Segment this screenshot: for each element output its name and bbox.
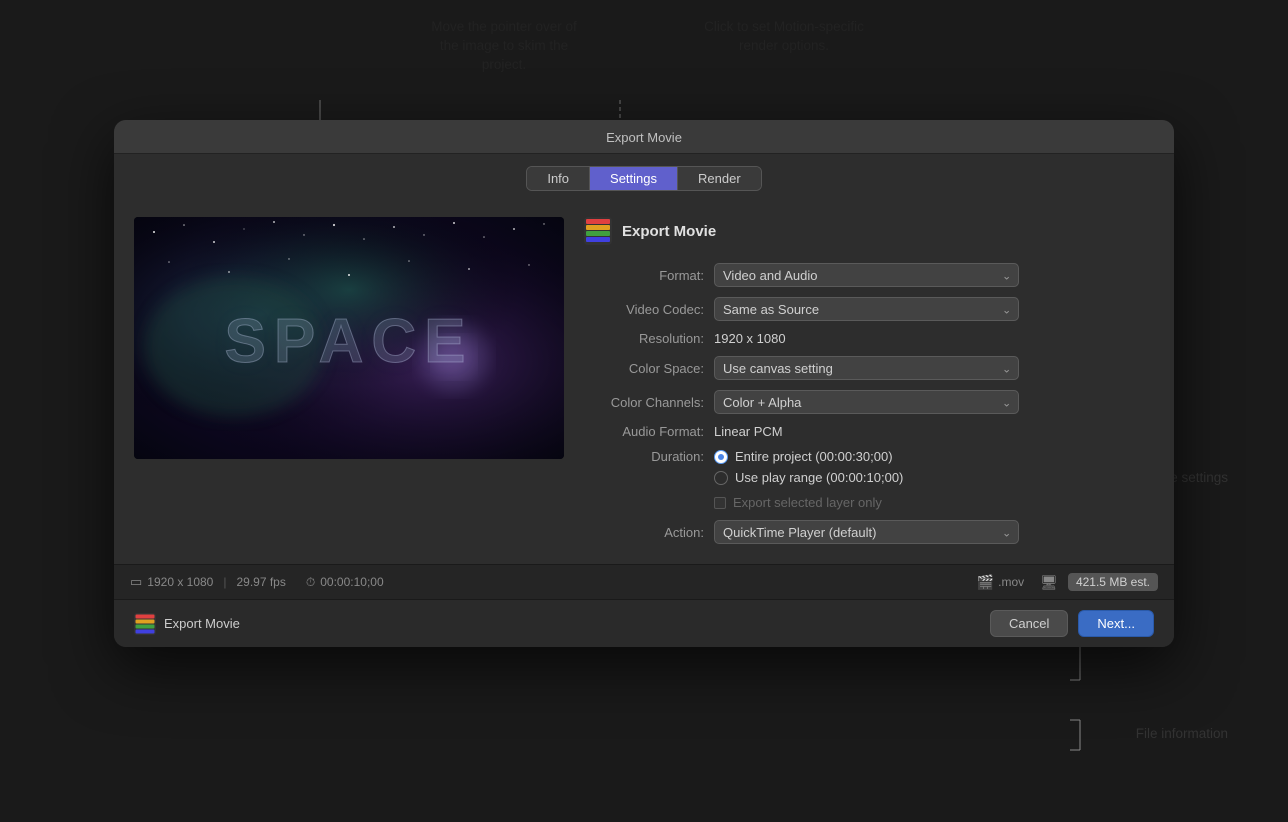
action-select-wrapper[interactable]: QuickTime Player (default) None Open wit… — [714, 520, 1019, 544]
preview-panel: SPACE SPACE — [134, 217, 564, 554]
export-layer-row: Export selected layer only — [714, 495, 903, 510]
action-select[interactable]: QuickTime Player (default) None Open wit… — [714, 520, 1019, 544]
color-space-label: Color Space: — [584, 361, 714, 376]
export-layer-label: Export selected layer only — [733, 495, 882, 510]
duration-options: Entire project (00:00:30;00) Use play ra… — [714, 449, 903, 510]
play-range-option[interactable]: Use play range (00:00:10;00) — [714, 470, 903, 485]
format-select-wrapper[interactable]: Video and Audio Video Only Audio Only — [714, 263, 1019, 287]
audio-format-row: Audio Format: Linear PCM — [584, 424, 1154, 439]
file-ext-badge: 🎬 .mov — [977, 574, 1024, 591]
video-codec-select-wrapper[interactable]: Same as Source H.264 HEVC — [714, 297, 1019, 321]
footer-export-icon — [134, 613, 156, 635]
preview-svg: SPACE SPACE — [134, 217, 564, 459]
entire-project-radio[interactable] — [714, 450, 728, 464]
action-row: Action: QuickTime Player (default) None … — [584, 520, 1154, 544]
format-row: Format: Video and Audio Video Only Audio… — [584, 263, 1154, 287]
preview-image[interactable]: SPACE SPACE — [134, 217, 564, 459]
resolution-label: Resolution: — [584, 331, 714, 346]
color-channels-select-wrapper[interactable]: Color + Alpha Color Alpha — [714, 390, 1019, 414]
resolution-row: Resolution: 1920 x 1080 — [584, 331, 1154, 346]
clock-icon: ⏱ — [306, 575, 315, 590]
color-space-select-wrapper[interactable]: Use canvas setting Rec. 709 Rec. 2020 — [714, 356, 1019, 380]
file-information-label: File information — [1136, 726, 1228, 741]
info-sep1: | — [223, 575, 226, 589]
resolution-value: 1920 x 1080 — [714, 331, 786, 346]
color-channels-select[interactable]: Color + Alpha Color Alpha — [714, 390, 1019, 414]
video-codec-select[interactable]: Same as Source H.264 HEVC — [714, 297, 1019, 321]
entire-project-label: Entire project (00:00:30;00) — [735, 449, 893, 464]
export-movie-icon — [584, 217, 612, 245]
tooltip-render: Click to set Motion-specific render opti… — [704, 18, 864, 75]
action-label: Action: — [584, 525, 714, 540]
color-channels-label: Color Channels: — [584, 395, 714, 410]
cancel-button[interactable]: Cancel — [990, 610, 1068, 637]
export-dialog: Export Movie Info Settings Render — [114, 120, 1174, 647]
duration-label: Duration: — [584, 449, 714, 464]
title-bar: Export Movie — [114, 120, 1174, 154]
fps-info: 29.97 fps — [236, 575, 285, 589]
duration-info: ⏱ 00:00:10;00 — [306, 575, 384, 590]
color-channels-row: Color Channels: Color + Alpha Color Alph… — [584, 390, 1154, 414]
export-layer-checkbox[interactable] — [714, 497, 726, 509]
footer-icon-label: Export Movie — [134, 613, 240, 635]
video-codec-label: Video Codec: — [584, 302, 714, 317]
color-space-select[interactable]: Use canvas setting Rec. 709 Rec. 2020 — [714, 356, 1019, 380]
format-label: Format: — [584, 268, 714, 283]
tab-render[interactable]: Render — [678, 167, 761, 190]
dialog-title: Export Movie — [606, 130, 682, 145]
tooltip-skim: Move the pointer over of the image to sk… — [424, 18, 584, 75]
tab-settings[interactable]: Settings — [590, 167, 678, 190]
play-range-radio[interactable] — [714, 471, 728, 485]
audio-format-value: Linear PCM — [714, 424, 783, 439]
size-badge: 421.5 MB est. — [1068, 573, 1158, 591]
tabs-row: Info Settings Render — [114, 154, 1174, 201]
next-button[interactable]: Next... — [1078, 610, 1154, 637]
svg-text:SPACE: SPACE — [224, 307, 473, 376]
export-title: Export Movie — [622, 223, 716, 240]
tab-info[interactable]: Info — [527, 167, 590, 190]
resolution-icon: ▭ — [130, 574, 142, 590]
screen-icon: 🖥 — [1040, 574, 1058, 591]
video-codec-row: Video Codec: Same as Source H.264 HEVC — [584, 297, 1154, 321]
color-space-row: Color Space: Use canvas setting Rec. 709… — [584, 356, 1154, 380]
footer-label: Export Movie — [164, 616, 240, 631]
format-select[interactable]: Video and Audio Video Only Audio Only — [714, 263, 1019, 287]
footer-bar: Export Movie Cancel Next... — [114, 599, 1174, 647]
tab-group: Info Settings Render — [526, 166, 761, 191]
audio-format-label: Audio Format: — [584, 424, 714, 439]
play-range-label: Use play range (00:00:10;00) — [735, 470, 903, 485]
settings-panel: Export Movie Format: Video and Audio Vid… — [584, 217, 1154, 554]
duration-row: Duration: Entire project (00:00:30;00) U… — [584, 449, 1154, 510]
resolution-info: ▭ 1920 x 1080 — [130, 574, 213, 590]
export-header: Export Movie — [584, 217, 1154, 245]
bottom-bar: ▭ 1920 x 1080 | 29.97 fps ⏱ 00:00:10;00 … — [114, 564, 1174, 599]
tooltip-area: Move the pointer over of the image to sk… — [0, 0, 1288, 75]
file-icon: 🎬 — [977, 574, 994, 591]
entire-project-option[interactable]: Entire project (00:00:30;00) — [714, 449, 903, 464]
content-area: SPACE SPACE Export Movie — [114, 201, 1174, 564]
